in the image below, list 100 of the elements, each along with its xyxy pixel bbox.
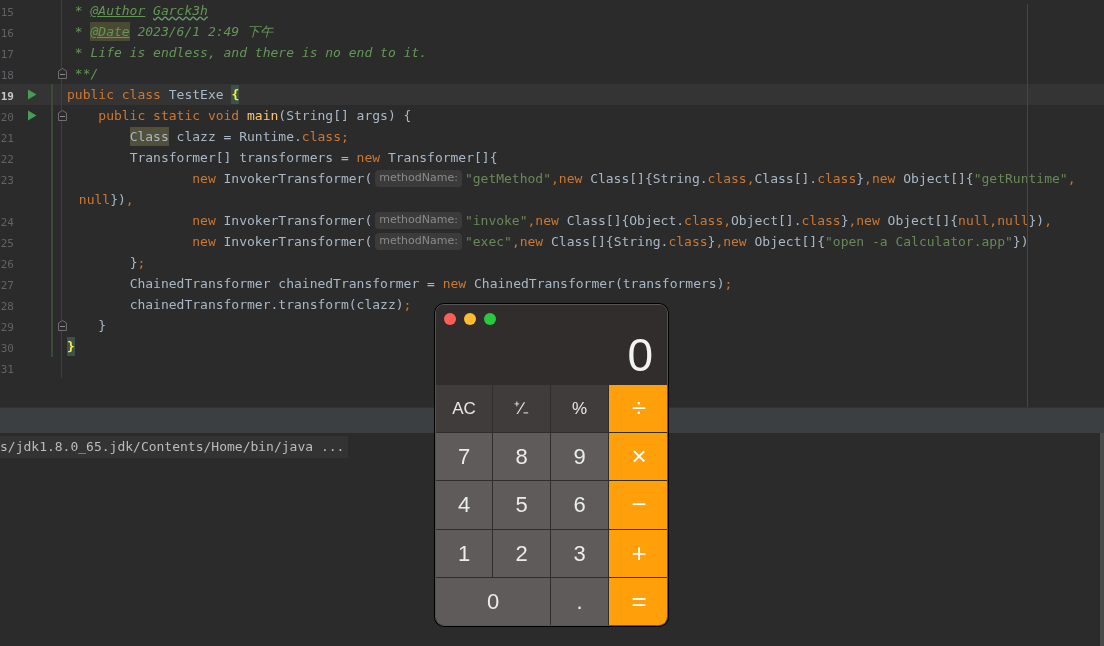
code-token: Class (129, 126, 169, 147)
close-button[interactable] (444, 313, 456, 325)
code-token: "open -a Calculator.app" (825, 232, 1013, 251)
line-number: 16 (0, 26, 14, 40)
code-token: * Life is endless, and there is no end to it. (74, 43, 428, 62)
parameter-hint: methodName: (375, 212, 462, 229)
line-number: 20 (0, 110, 14, 124)
code-token: Object[]{ (754, 232, 825, 251)
calculator-key[interactable]: ⁺∕₋ (493, 385, 550, 433)
line-number: 19 (0, 89, 14, 103)
fold-icon[interactable] (57, 68, 67, 79)
code-token: , (1044, 211, 1052, 230)
calculator-key[interactable]: 5 (493, 481, 550, 529)
code-token: "exec" (464, 232, 512, 251)
line-number: 28 (0, 299, 14, 313)
line-number: 15 (0, 5, 14, 19)
code-token: class, (684, 211, 732, 230)
code-token: } (67, 336, 75, 357)
calculator-key[interactable]: 3 (551, 529, 608, 577)
code-token: class, (707, 169, 755, 188)
code-token: null (78, 190, 111, 209)
code-token: ChainedTransformer chainedTransformer = (129, 274, 436, 293)
line-number: 29 (0, 320, 14, 334)
code-token: ChainedTransformer(transformers) (474, 274, 725, 293)
line-number: 17 (0, 47, 14, 61)
calculator-key[interactable]: 8 (493, 433, 550, 481)
code-token: } (840, 211, 849, 230)
code-token: null,null (958, 211, 1029, 230)
code-token: class (801, 211, 841, 230)
line-number: 23 (0, 173, 14, 187)
code-token: "getMethod" (464, 169, 551, 188)
code-token: ,new (848, 211, 881, 230)
line-number: 22 (0, 152, 14, 166)
code-token: new (192, 211, 217, 230)
code-token: ,new (715, 232, 748, 251)
code-token: class (817, 169, 857, 188)
line-number: 31 (0, 362, 14, 376)
code-token: public static void (98, 106, 241, 125)
code-token: ,new (511, 232, 545, 251)
line-number: 24 (0, 215, 14, 229)
run-icon[interactable] (27, 89, 37, 100)
calculator-key[interactable]: 6 (551, 481, 608, 529)
code-token: Transformer[] transformers = (129, 148, 350, 167)
code-token: @Author (90, 1, 146, 20)
display-value: 0 (627, 332, 653, 378)
code-token: ,new (527, 211, 560, 230)
code-token: }) (1012, 232, 1029, 251)
code-token: Class[]{String. (590, 169, 708, 188)
code-token: }) (1028, 211, 1045, 230)
calculator-key[interactable]: 9 (551, 433, 608, 481)
run-icon[interactable] (27, 110, 37, 121)
parameter-hint: methodName: (375, 170, 462, 187)
calculator-key[interactable]: 4 (436, 481, 492, 529)
calculator-key[interactable]: 2 (493, 529, 550, 577)
line-number: 18 (0, 68, 14, 82)
line-number: 27 (0, 278, 14, 292)
code-token: * (74, 1, 84, 20)
code-token: class; (301, 127, 349, 146)
calculator-key[interactable]: 0 (436, 577, 550, 625)
calculator-key[interactable]: AC (436, 385, 492, 433)
code-token: Object[]. (731, 211, 802, 230)
code-token: ; (724, 274, 733, 293)
calculator-key[interactable]: 7 (436, 433, 492, 481)
calculator-key[interactable]: . (551, 577, 608, 625)
fold-icon[interactable] (57, 110, 67, 121)
code-token: Object[]{ (887, 211, 959, 230)
calculator-key[interactable]: 1 (436, 529, 492, 577)
code-token: main (247, 106, 279, 125)
line-number: 21 (0, 131, 14, 145)
code-token: clazz = Runtime. (176, 127, 302, 146)
code-token: "getRuntime" (973, 169, 1068, 188)
code-token: } (129, 253, 138, 272)
parameter-hint: methodName: (375, 233, 462, 250)
code-token: 2023/6/1 2:49 下午 (137, 22, 274, 41)
minimize-button[interactable] (464, 313, 476, 325)
code-token: new (442, 274, 468, 293)
code-token: @Date (90, 21, 130, 42)
code-token: ; (137, 253, 146, 272)
fold-icon[interactable] (57, 320, 67, 331)
code-token: Class[]{Object. (566, 211, 685, 230)
code-token: } (707, 232, 716, 251)
code-token: new (356, 148, 382, 167)
code-token: InvokerTransformer( (223, 211, 373, 230)
code-token: chainedTransformer.transform(clazz) (129, 295, 404, 314)
code-token: public class (67, 85, 162, 104)
code-token: new (192, 169, 217, 188)
code-token: ,new (551, 169, 584, 188)
line-number: 25 (0, 236, 14, 250)
code-token: new (192, 232, 217, 251)
code-token: Object[]{ (903, 169, 974, 188)
code-token: "invoke" (464, 211, 528, 230)
code-token: , (1067, 169, 1076, 188)
code-token: Transformer[]{ (387, 148, 498, 167)
code-token: class (668, 232, 708, 251)
line-number: 26 (0, 257, 14, 271)
code-token: } (856, 169, 865, 188)
code-token: (String[] args) { (278, 106, 412, 125)
code-token: InvokerTransformer( (223, 232, 373, 251)
calculator-key[interactable]: % (551, 385, 608, 433)
zoom-button[interactable] (484, 313, 496, 325)
